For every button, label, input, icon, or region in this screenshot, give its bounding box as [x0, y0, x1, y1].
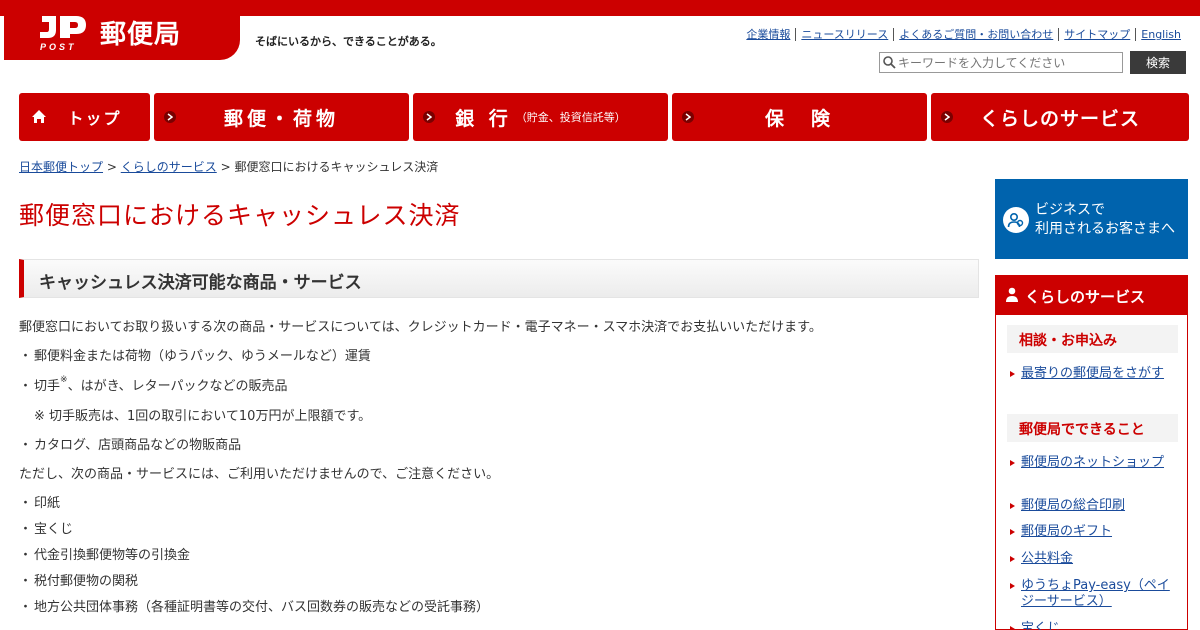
- home-icon: [32, 110, 46, 123]
- business-user-icon: [1003, 207, 1029, 233]
- nav-bank-sub: （貯金、投資信託等）: [515, 111, 626, 124]
- breadcrumb-sep: >: [106, 160, 117, 174]
- person-icon: [1006, 287, 1018, 302]
- business-banner-text: ビジネスで 利用されるお客さまへ: [1035, 202, 1175, 237]
- exclusion-item: ・宝くじ: [19, 522, 74, 537]
- sidebar-header[interactable]: くらしのサービス: [995, 275, 1188, 315]
- nav-home[interactable]: トップ: [19, 93, 150, 141]
- breadcrumb: 日本郵便トップ > くらしのサービス > 郵便窓口におけるキャッシュレス決済: [19, 158, 438, 175]
- util-link-sitemap[interactable]: サイトマップ: [1058, 28, 1135, 41]
- nav-insurance[interactable]: 保 険: [672, 93, 927, 141]
- breadcrumb-current: 郵便窓口におけるキャッシュレス決済: [234, 160, 439, 174]
- page-title: 郵便窓口におけるキャッシュレス決済: [19, 201, 461, 230]
- intro-text: 郵便窓口においてお取り扱いする次の商品・サービスについては、クレジットカード・電…: [19, 320, 822, 335]
- sidebar-link[interactable]: 郵便局のネットショップ: [1010, 455, 1171, 471]
- list-item: ・郵便料金または荷物（ゆうパック、ゆうメールなど）運賃: [19, 349, 371, 364]
- search-button[interactable]: 検索: [1130, 51, 1186, 74]
- breadcrumb-sep: >: [220, 160, 231, 174]
- exclusion-item: ・印紙: [19, 496, 61, 511]
- nav-bank[interactable]: 銀 行 （貯金、投資信託等）: [413, 93, 668, 141]
- sidebar-link[interactable]: 最寄りの郵便局をさがす: [1010, 366, 1171, 382]
- logo-text: 郵便局: [100, 20, 182, 50]
- breadcrumb-home[interactable]: 日本郵便トップ: [19, 160, 103, 174]
- nav-mail[interactable]: 郵便・荷物: [154, 93, 409, 141]
- business-banner[interactable]: ビジネスで 利用されるお客さまへ: [995, 179, 1188, 259]
- sidebar-category: 郵便局でできること: [1007, 414, 1178, 442]
- chevron-right-icon: [164, 111, 176, 123]
- list-item: ・切手※、はがき、レターパックなどの販売品: [19, 375, 288, 394]
- nav-life-label: くらしのサービス: [979, 107, 1140, 130]
- search-box: [879, 52, 1123, 73]
- tagline: そばにいるから、できることがある。: [255, 35, 442, 48]
- utility-links: 企業情報 ニュースリリース よくあるご質問・お問い合わせ サイトマップ Engl…: [741, 28, 1186, 41]
- util-link-news[interactable]: ニュースリリース: [795, 28, 893, 41]
- logo[interactable]: POST 郵便局: [4, 0, 240, 60]
- search-input[interactable]: [898, 55, 1118, 70]
- search-icon: [880, 53, 898, 72]
- sidebar-link[interactable]: 公共料金: [1010, 551, 1171, 567]
- util-link-faq[interactable]: よくあるご質問・お問い合わせ: [893, 28, 1058, 41]
- util-link-corporate[interactable]: 企業情報: [741, 28, 795, 41]
- sidebar-link[interactable]: 宝くじ: [1010, 621, 1171, 630]
- nav-home-label: トップ: [67, 109, 122, 128]
- breadcrumb-parent[interactable]: くらしのサービス: [121, 160, 217, 174]
- chevron-right-icon: [423, 111, 435, 123]
- sidebar-link[interactable]: 郵便局の総合印刷: [1010, 498, 1171, 514]
- exclusion-item: ・税付郵便物の関税: [19, 574, 139, 589]
- logo-post-text: POST: [40, 42, 77, 52]
- sidebar-link[interactable]: 郵便局のギフト: [1010, 524, 1171, 540]
- exclusion-item: ・地方公共団体事務（各種証明書等の交付、バス回数券の販売などの受託事務）: [19, 600, 490, 615]
- sidebar-link[interactable]: ゆうちょPay-easy（ペイジーサービス）: [1010, 578, 1171, 610]
- section-heading-text: キャッシュレス決済可能な商品・サービス: [39, 273, 362, 293]
- caution-text: ただし、次の商品・サービスには、ご利用いただけませんので、ご注意ください。: [19, 467, 500, 482]
- sidebar-category: 相談・お申込み: [1007, 325, 1178, 353]
- exclusion-item: ・代金引換郵便物等の引換金: [19, 548, 191, 563]
- nav-bank-label: 銀 行: [455, 107, 512, 130]
- nav-life[interactable]: くらしのサービス: [931, 93, 1189, 141]
- list-item: ・カタログ、店頭商品などの物販商品: [19, 438, 242, 453]
- section-heading: キャッシュレス決済可能な商品・サービス: [19, 259, 979, 298]
- nav-mail-label: 郵便・荷物: [223, 107, 339, 130]
- chevron-right-icon: [682, 111, 694, 123]
- jp-post-logo-icon: POST: [40, 16, 86, 52]
- page: POST 郵便局 そばにいるから、できることがある。 企業情報 ニュースリリース…: [0, 0, 1200, 630]
- nav-insurance-label: 保 険: [764, 107, 834, 130]
- util-link-english[interactable]: English: [1135, 28, 1186, 41]
- note-text: ※ 切手販売は、1回の取引において10万円が上限額です。: [34, 409, 372, 424]
- global-nav: トップ 郵便・荷物 銀 行 （貯金、投資信託等） 保 険 くらしのサービス: [19, 93, 1189, 141]
- chevron-right-icon: [941, 111, 953, 123]
- sidebar-header-title: くらしのサービス: [1025, 288, 1146, 306]
